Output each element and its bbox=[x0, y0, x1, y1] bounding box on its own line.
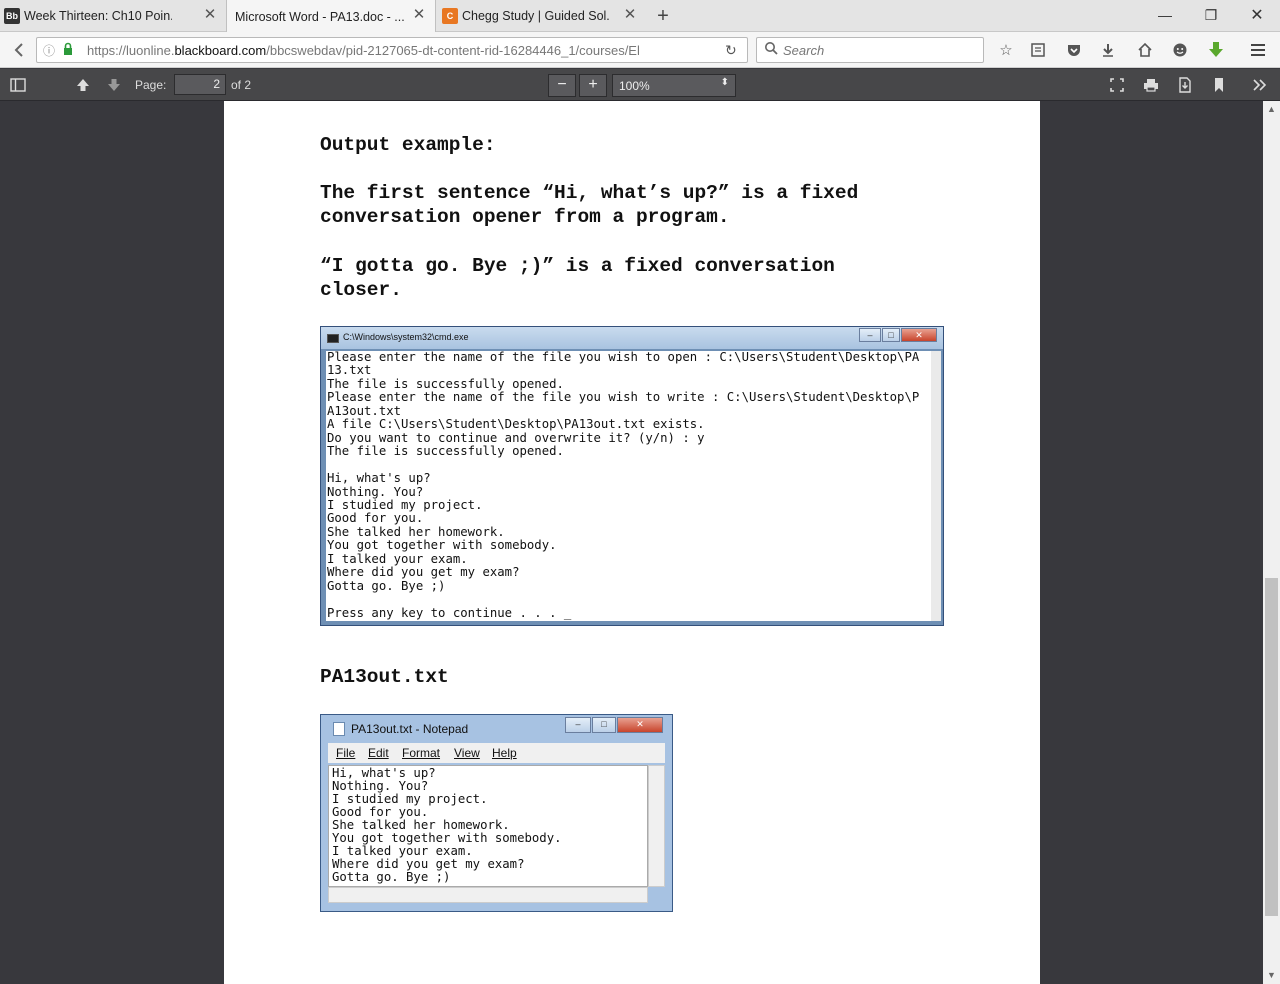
toggle-sidebar-icon[interactable] bbox=[6, 73, 30, 97]
zoom-select[interactable]: 100% ⬍ bbox=[612, 74, 736, 97]
menu-file: File bbox=[336, 746, 356, 760]
page-number-input[interactable]: 2 bbox=[174, 74, 226, 95]
url-prefix: https://luonline. bbox=[87, 43, 175, 58]
info-icon[interactable]: ⓘ bbox=[43, 42, 55, 59]
close-icon: ✕ bbox=[617, 717, 663, 733]
reload-icon[interactable]: ↻ bbox=[725, 42, 737, 59]
cmd-console: Please enter the name of the file you wi… bbox=[326, 351, 931, 621]
bookmark-icon[interactable] bbox=[1207, 73, 1231, 97]
maximize-icon: □ bbox=[882, 328, 900, 342]
minimize-button[interactable]: — bbox=[1142, 0, 1188, 30]
url-text: https://luonline.blackboard.com/bbcswebd… bbox=[87, 43, 687, 58]
cmd-title: C:\Windows\system32\cmd.exe bbox=[343, 332, 469, 342]
tab-microsoft-word-pa13[interactable]: Microsoft Word - PA13.doc - ... ✕ bbox=[226, 0, 436, 33]
cmd-titlebar: C:\Windows\system32\cmd.exe – □ ✕ bbox=[321, 327, 943, 349]
menu-view: View bbox=[454, 746, 480, 760]
menu-help: Help bbox=[492, 746, 517, 760]
lock-icon[interactable] bbox=[63, 42, 73, 61]
print-icon[interactable] bbox=[1139, 73, 1163, 97]
url-bar[interactable]: ⓘ https://luonline.blackboard.com/bbcswe… bbox=[36, 37, 748, 63]
close-tab-icon[interactable]: ✕ bbox=[411, 7, 427, 23]
scroll-up-icon[interactable]: ▲ bbox=[1263, 101, 1280, 118]
notepad-window-screenshot: PA13out.txt - Notepad – □ ✕ File Edit Fo… bbox=[320, 714, 673, 912]
tab-week-thirteen[interactable]: Bb Week Thirteen: Ch10 Poin... ✕ bbox=[0, 0, 226, 32]
downloads-icon[interactable] bbox=[1096, 38, 1120, 62]
bookmark-star-icon[interactable]: ☆ bbox=[994, 38, 1018, 62]
close-tab-icon[interactable]: ✕ bbox=[622, 7, 638, 23]
zoom-value: 100% bbox=[619, 79, 650, 93]
notepad-vertical-scrollbar bbox=[648, 765, 665, 887]
output-example-heading: Output example: bbox=[320, 134, 496, 156]
previous-page-icon[interactable] bbox=[71, 73, 95, 97]
cmd-output-text: Please enter the name of the file you wi… bbox=[327, 351, 920, 620]
minimize-icon: – bbox=[859, 328, 881, 342]
new-tab-button[interactable]: + bbox=[652, 5, 674, 27]
paragraph-line: The first sentence “Hi, what’s up?” is a… bbox=[320, 182, 859, 204]
notepad-titlebar: PA13out.txt - Notepad – □ ✕ bbox=[321, 715, 672, 741]
chegg-favicon-icon: C bbox=[442, 8, 458, 24]
pdf-toolbar: Page: 2 of 2 − + 100% ⬍ bbox=[0, 69, 1280, 101]
tab-label: Week Thirteen: Ch10 Poin... bbox=[24, 9, 172, 23]
presentation-mode-icon[interactable] bbox=[1105, 73, 1129, 97]
navigation-bar: ⓘ https://luonline.blackboard.com/bbcswe… bbox=[0, 32, 1280, 68]
zoom-in-button[interactable]: + bbox=[579, 74, 607, 97]
maximize-icon: □ bbox=[592, 717, 616, 733]
minimize-icon: – bbox=[565, 717, 591, 733]
cmd-window-screenshot: C:\Windows\system32\cmd.exe – □ ✕ Please… bbox=[320, 326, 944, 626]
paragraph-line: conversation opener from a program. bbox=[320, 206, 730, 228]
paragraph-line: “I gotta go. Bye ;)” is a fixed conversa… bbox=[320, 255, 835, 277]
tools-chevron-icon[interactable] bbox=[1248, 73, 1272, 97]
tab-chegg-study[interactable]: C Chegg Study | Guided Sol... ✕ bbox=[438, 0, 646, 32]
file-heading: PA13out.txt bbox=[320, 666, 449, 688]
notepad-menubar: File Edit Format View Help bbox=[328, 743, 665, 763]
search-placeholder: Search bbox=[783, 43, 825, 58]
download-helper-icon[interactable] bbox=[1204, 38, 1228, 62]
search-icon bbox=[764, 41, 778, 60]
page-label: Page: bbox=[135, 78, 167, 92]
tab-label: Chegg Study | Guided Sol... bbox=[462, 9, 610, 23]
scroll-down-icon[interactable]: ▼ bbox=[1263, 967, 1280, 984]
pdf-page: Output example: The first sentence “Hi, … bbox=[224, 101, 1040, 984]
url-domain: blackboard.com bbox=[174, 43, 267, 58]
menu-edit: Edit bbox=[368, 746, 389, 760]
restore-button[interactable]: ❐ bbox=[1188, 0, 1234, 30]
notepad-horizontal-scrollbar bbox=[328, 887, 648, 903]
notepad-title: PA13out.txt - Notepad bbox=[351, 722, 469, 736]
scrollbar-thumb[interactable] bbox=[1265, 578, 1278, 916]
notepad-text-area: Hi, what's up? Nothing. You? I studied m… bbox=[328, 765, 648, 887]
close-icon: ✕ bbox=[901, 328, 937, 342]
blackboard-favicon-icon: Bb bbox=[4, 8, 20, 24]
page-total: of 2 bbox=[231, 78, 252, 92]
feedback-smiley-icon[interactable] bbox=[1168, 38, 1192, 62]
menu-format: Format bbox=[402, 746, 441, 760]
notepad-content: Hi, what's up? Nothing. You? I studied m… bbox=[332, 766, 562, 884]
cmd-scrollbar bbox=[931, 351, 941, 621]
pocket-icon[interactable] bbox=[1062, 38, 1086, 62]
save-download-icon[interactable] bbox=[1173, 73, 1197, 97]
menu-hamburger-icon[interactable] bbox=[1246, 38, 1270, 62]
chevron-updown-icon: ⬍ bbox=[720, 77, 729, 88]
tab-strip: Bb Week Thirteen: Ch10 Poin... ✕ Microso… bbox=[0, 0, 1280, 33]
cmd-icon bbox=[327, 334, 339, 343]
tab-label: Microsoft Word - PA13.doc - ... bbox=[235, 9, 405, 24]
zoom-out-button[interactable]: − bbox=[548, 74, 576, 97]
search-bar[interactable]: Search bbox=[756, 37, 984, 63]
notepad-icon bbox=[333, 722, 345, 736]
back-button[interactable] bbox=[8, 38, 32, 62]
url-path: /bbcswebdav/pid-2127065-dt-content-rid-1… bbox=[266, 43, 640, 58]
next-page-icon[interactable] bbox=[102, 73, 126, 97]
reading-list-icon[interactable] bbox=[1026, 38, 1050, 62]
home-icon[interactable] bbox=[1133, 38, 1157, 62]
paragraph-line: closer. bbox=[320, 279, 402, 301]
close-tab-icon[interactable]: ✕ bbox=[202, 7, 218, 23]
close-window-button[interactable]: ✕ bbox=[1234, 0, 1280, 30]
